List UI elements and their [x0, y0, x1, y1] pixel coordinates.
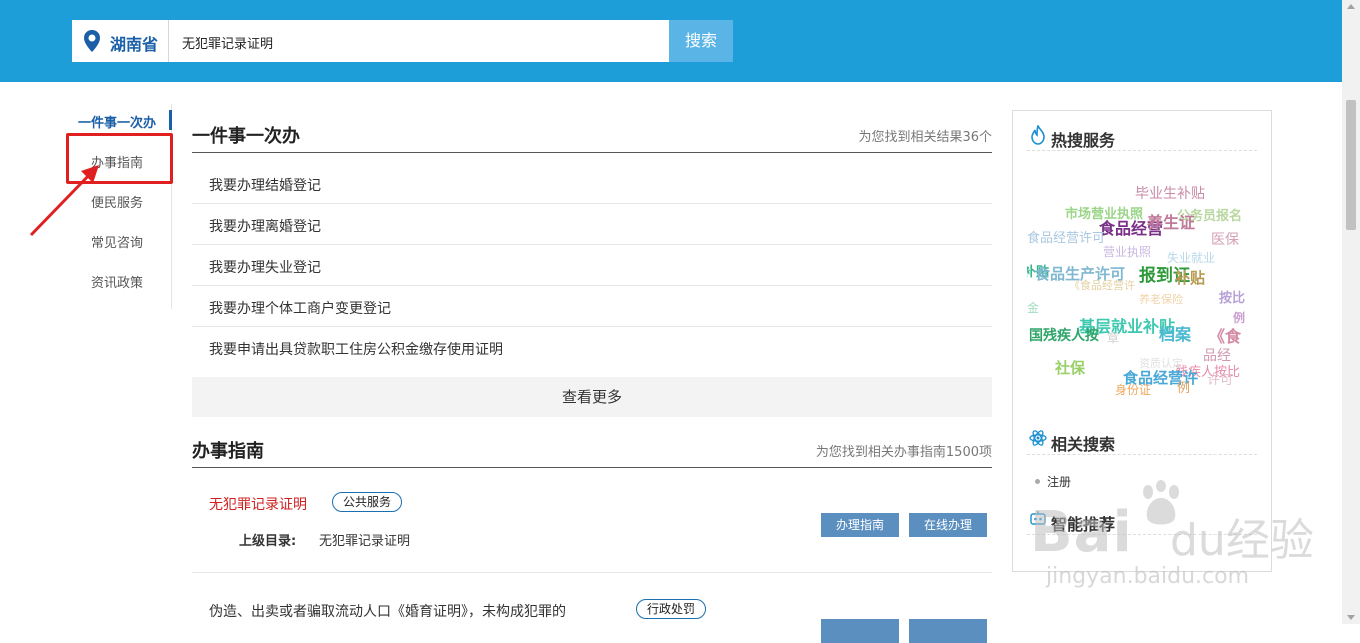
- hot-search-tag[interactable]: 养生证: [1147, 209, 1195, 233]
- hot-search-title: 热搜服务: [1051, 131, 1116, 150]
- region-selector[interactable]: 湖南省: [72, 20, 169, 62]
- hot-search-tag[interactable]: 按比: [1219, 287, 1245, 306]
- list-item[interactable]: 我要办理结婚登记: [192, 163, 992, 204]
- search-input[interactable]: 无犯罪记录证明: [182, 33, 273, 52]
- hot-search-tag[interactable]: 《食品经营许: [1069, 277, 1135, 293]
- parent-catalog-label: 上级目录:: [239, 534, 297, 549]
- hot-search-tag[interactable]: 金: [1027, 299, 1039, 316]
- hot-search-tag[interactable]: 国残疾人按: [1029, 325, 1099, 345]
- list-item[interactable]: 我要办理离婚登记: [192, 204, 992, 245]
- hot-search-tag[interactable]: 资质认定: [1139, 355, 1183, 371]
- flame-icon: [1031, 125, 1045, 145]
- hot-search-tag[interactable]: 例: [1177, 377, 1190, 396]
- guide-item: 无犯罪记录证明 公共服务 上级目录: 无犯罪记录证明 办理指南 在线办理: [192, 490, 992, 570]
- scroll-up-icon[interactable]: [1347, 4, 1355, 9]
- list-item[interactable]: 我要办理个体工商户变更登记: [192, 286, 992, 327]
- related-search-title: 相关搜索: [1051, 435, 1116, 454]
- list-item[interactable]: 我要办理失业登记: [192, 245, 992, 286]
- guide-item-title[interactable]: 无犯罪记录证明: [209, 494, 307, 514]
- hot-search-tag[interactable]: 许可: [1207, 369, 1233, 388]
- search-button[interactable]: 搜索: [669, 20, 733, 62]
- section-header-guide: 办事指南 为您找到相关办事指南1500项: [192, 425, 992, 468]
- list-item-label: 我要办理离婚登记: [209, 219, 321, 235]
- hot-search-tag[interactable]: 营业执照: [1103, 243, 1151, 260]
- search-box: 湖南省 无犯罪记录证明 搜索: [72, 20, 733, 62]
- guide-item-title[interactable]: 伪造、出卖或者骗取流动人口《婚育证明》，未构成犯罪的: [209, 601, 566, 621]
- hot-search-tag[interactable]: 身份证: [1115, 381, 1151, 398]
- bullet: [1035, 479, 1040, 484]
- tag-cloud: 毕业生补贴 市场营业执照 公务员报名 食品经营 养生证 食品经营许可 医保 营业执照 失业就业补…: [1027, 179, 1257, 419]
- parent-catalog-value: 无犯罪记录证明: [319, 534, 411, 549]
- hot-search-tag[interactable]: 食品经营许可: [1027, 227, 1105, 246]
- hot-search-header: 热搜服务: [1027, 117, 1257, 151]
- related-search-item[interactable]: 注册: [1047, 473, 1071, 490]
- list-item-label: 我要申请出具贷款职工住房公积金缴存使用证明: [209, 342, 503, 358]
- divider: [192, 572, 992, 573]
- nav-item-onething[interactable]: 一件事一次办: [62, 112, 172, 131]
- result-count: 为您找到相关办事指南1500项: [815, 445, 992, 460]
- robot-icon: [1030, 511, 1046, 525]
- hot-search-tag[interactable]: 医保: [1211, 229, 1239, 249]
- annotation-arrow-icon: [29, 165, 99, 237]
- hot-search-tag[interactable]: 《食: [1209, 323, 1241, 347]
- online-apply-button[interactable]: 在线办理: [909, 513, 987, 537]
- smart-recommend-header: 智能推荐: [1027, 501, 1257, 535]
- category-tag[interactable]: 行政处罚: [636, 599, 707, 619]
- list-item-label: 我要办理个体工商户变更登记: [209, 301, 391, 317]
- right-sidebar: 热搜服务 毕业生补贴 市场营业执照 公务员报名 食品经营 养生证 食品经营许可 医保 营业执照…: [1012, 110, 1272, 572]
- result-count: 为您找到相关结果36个: [858, 130, 992, 145]
- hot-search-tag[interactable]: 毕业生补贴: [1135, 183, 1205, 203]
- hot-search-tag[interactable]: 补贴: [1175, 267, 1205, 288]
- scroll-down-icon[interactable]: [1347, 615, 1355, 620]
- online-apply-button-partial[interactable]: [909, 619, 987, 643]
- related-search-header: 相关搜索: [1027, 421, 1257, 455]
- location-pin-icon: [84, 30, 100, 52]
- hot-search-tag[interactable]: 章: [1107, 329, 1119, 346]
- hot-search-tag[interactable]: 养老保险: [1139, 291, 1183, 307]
- list-item[interactable]: 我要申请出具贷款职工住房公积金缴存使用证明: [192, 327, 992, 368]
- hot-search-tag[interactable]: 档案: [1159, 321, 1191, 345]
- smart-recommend-title: 智能推荐: [1051, 515, 1116, 534]
- section-header-onething: 一件事一次办 为您找到相关结果36个: [192, 110, 992, 153]
- hot-search-tag[interactable]: 社保: [1055, 357, 1085, 378]
- section-title: 办事指南: [192, 441, 264, 462]
- guide-button-partial[interactable]: [821, 619, 899, 643]
- guide-button[interactable]: 办理指南: [821, 513, 899, 537]
- page-scrollbar[interactable]: [1342, 0, 1360, 624]
- nav-item-policy[interactable]: 资讯政策: [62, 272, 172, 291]
- region-label: 湖南省: [110, 35, 159, 54]
- category-tag[interactable]: 公共服务: [332, 492, 403, 512]
- scrollbar-thumb[interactable]: [1346, 100, 1356, 230]
- list-item-label: 我要办理失业登记: [209, 260, 321, 276]
- atom-icon: [1029, 430, 1047, 446]
- section-title: 一件事一次办: [192, 126, 300, 147]
- view-more-button[interactable]: 查看更多: [192, 377, 992, 417]
- list-item-label: 我要办理结婚登记: [209, 178, 321, 194]
